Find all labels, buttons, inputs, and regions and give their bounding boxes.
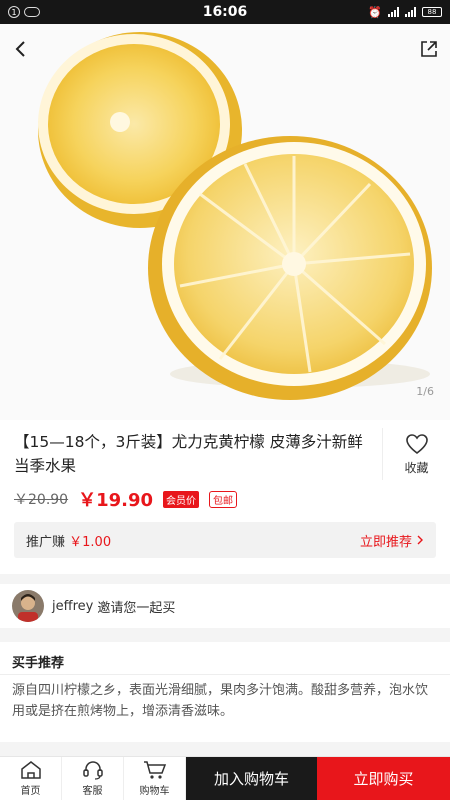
share-icon (421, 41, 437, 57)
tab-home[interactable]: 首页 (0, 757, 62, 800)
status-bar: 1 16:06 ⏰ 88 (0, 0, 450, 24)
back-chevron-icon (15, 41, 25, 57)
tab-cart[interactable]: 购物车 (124, 757, 186, 800)
tab-cart-label: 购物车 (139, 786, 170, 797)
current-price: ￥19.90 (78, 490, 154, 511)
heart-icon (405, 433, 428, 454)
divider (0, 674, 450, 675)
recommendation-text: 源自四川柠檬之乡，表面光滑细腻，果肉多汁饱满。酸甜多营养，泡水饮用或是挤在煎烤物… (12, 683, 429, 719)
avatar (12, 590, 44, 622)
promotion-bar[interactable]: 推广赚 ￥1.00 立即推荐 (14, 522, 436, 558)
tab-home-label: 首页 (20, 786, 41, 797)
image-counter: 1/6 (416, 385, 434, 398)
tab-service-label: 客服 (82, 786, 103, 797)
status-time: 16:06 (202, 4, 248, 20)
home-icon (20, 761, 41, 779)
add-to-cart-button[interactable]: 加入购物车 (186, 757, 317, 800)
product-title: 【15—18个，3斤装】尤力克黄柠檬 皮薄多汁新鲜当季水果 (14, 433, 363, 475)
lemon-image (38, 32, 432, 400)
member-price-badge: 会员价 (163, 490, 200, 508)
promo-label: 推广赚 (26, 534, 66, 550)
link-icon (24, 7, 40, 17)
bottom-action-bar: 首页 客服 购物车 加入购物车 立即购买 (0, 756, 450, 800)
headset-icon (82, 761, 103, 780)
back-button[interactable] (8, 36, 34, 62)
buyer-recommendation: 买手推荐 源自四川柠檬之乡，表面光滑细腻，果肉多汁饱满。酸甜多营养，泡水饮用或是… (0, 642, 450, 742)
battery-icon: 88 (422, 7, 442, 17)
original-price: ￥20.90 (14, 492, 69, 508)
price-row: ￥20.90 ￥19.90 会员价 包邮 (14, 486, 238, 512)
favorite-label: 收藏 (404, 460, 429, 475)
notification-count-icon: 1 (8, 6, 20, 18)
alarm-icon: ⏰ (368, 5, 382, 19)
inviter-row: jeffrey 邀请您一起买 (0, 584, 450, 628)
cart-icon (143, 761, 166, 779)
share-button[interactable] (416, 36, 442, 62)
recommend-now-link[interactable]: 立即推荐 (360, 531, 424, 550)
favorite-button[interactable]: 收藏 (382, 428, 450, 480)
promo-amount: ￥1.00 (69, 534, 112, 550)
signal2-icon (405, 7, 416, 17)
invite-text: 邀请您一起买 (97, 600, 176, 616)
product-info: 【15—18个，3斤装】尤力克黄柠檬 皮薄多汁新鲜当季水果 收藏 ￥20.90 … (0, 420, 450, 574)
inviter-name: jeffrey (52, 598, 94, 614)
product-image-carousel[interactable]: 1/6 (0, 24, 450, 420)
free-shipping-badge: 包邮 (209, 490, 238, 508)
signal-icon (388, 7, 399, 17)
section-title: 买手推荐 (12, 656, 65, 671)
recommend-now-label: 立即推荐 (359, 534, 412, 550)
tab-service[interactable]: 客服 (62, 757, 124, 800)
chevron-right-icon (417, 535, 423, 545)
buy-now-button[interactable]: 立即购买 (317, 757, 450, 800)
